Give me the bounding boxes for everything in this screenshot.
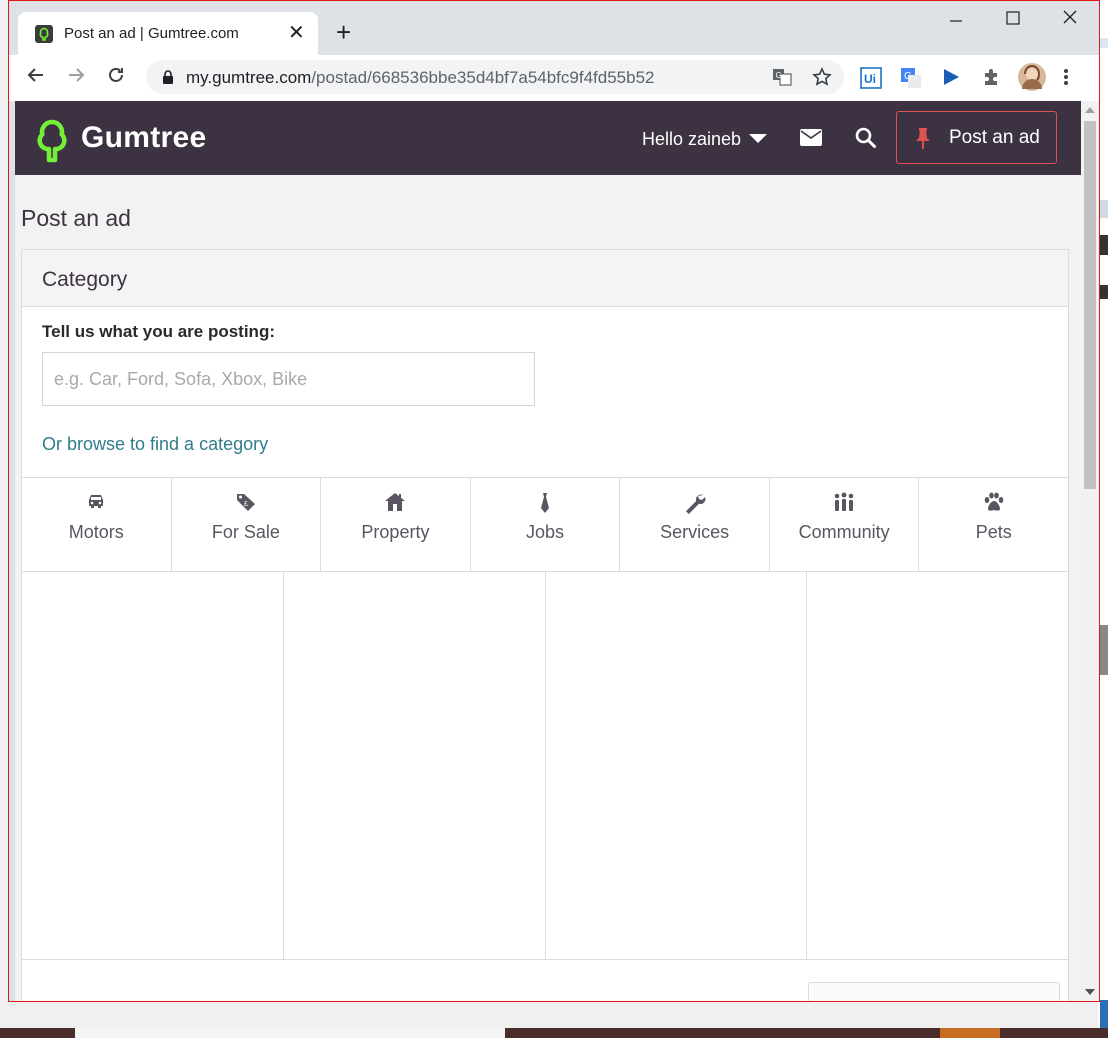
post-ad-button[interactable]: Post an ad: [896, 111, 1057, 164]
pin-icon: [915, 128, 931, 155]
price-tag-icon: £: [235, 492, 257, 517]
browse-category-link[interactable]: Or browse to find a category: [42, 434, 268, 455]
user-greeting[interactable]: Hello zaineb: [642, 129, 741, 150]
scroll-down-icon[interactable]: [1085, 989, 1095, 995]
logo-text[interactable]: Gumtree: [81, 121, 206, 155]
category-pets[interactable]: Pets: [919, 478, 1068, 571]
subcategory-column-4: [807, 571, 1068, 959]
posting-prompt-label: Tell us what you are posting:: [42, 322, 275, 341]
category-jobs[interactable]: Jobs: [471, 478, 621, 571]
tab-close-icon[interactable]: ✕: [288, 21, 305, 45]
subcategory-column-2: [284, 571, 546, 959]
gumtree-logo-icon[interactable]: [33, 119, 71, 168]
car-icon: [86, 492, 106, 515]
category-search-input[interactable]: [42, 352, 535, 406]
subcategory-column-3: [546, 571, 808, 959]
tab-strip: Post an ad | Gumtree.com ✕ +: [9, 1, 1099, 55]
scroll-thumb[interactable]: [1084, 121, 1096, 489]
search-icon[interactable]: [855, 127, 876, 153]
site-header: Gumtree Hello zaineb Post an ad: [15, 101, 1081, 175]
svg-text:£: £: [244, 501, 248, 508]
wrench-icon: [684, 492, 706, 519]
lock-icon: [162, 70, 174, 89]
forward-arrow-icon[interactable]: [63, 65, 89, 91]
browser-toolbar: my.gumtree.com/postad/668536bbe35d4bf7a5…: [9, 55, 1099, 101]
tie-icon: [540, 492, 550, 519]
house-icon: [384, 492, 406, 517]
tab-title: Post an ad | Gumtree.com: [64, 25, 239, 42]
url-text: my.gumtree.com/postad/668536bbe35d4bf7a5…: [186, 68, 655, 87]
chrome-menu-icon[interactable]: [1063, 67, 1069, 92]
category-label: Property: [361, 522, 430, 542]
scroll-up-icon[interactable]: [1085, 107, 1095, 113]
uipath-extension-icon[interactable]: Ui: [860, 67, 882, 94]
category-label: Community: [798, 522, 890, 542]
category-label: Jobs: [526, 522, 565, 542]
caret-down-icon[interactable]: [749, 134, 767, 143]
bookmark-star-icon[interactable]: [812, 67, 832, 92]
category-community[interactable]: Community: [770, 478, 920, 571]
card-header: Category: [22, 250, 1068, 307]
active-tab[interactable]: Post an ad | Gumtree.com ✕: [18, 12, 318, 55]
mail-icon[interactable]: [800, 129, 822, 151]
paw-icon: [983, 492, 1005, 517]
svg-text:G: G: [904, 71, 912, 82]
subcategory-column-1: [22, 571, 284, 959]
subcategory-columns: [22, 571, 1068, 960]
profile-avatar[interactable]: [1018, 63, 1046, 96]
svg-text:G: G: [776, 71, 782, 80]
post-ad-label: Post an ad: [949, 127, 1040, 148]
desktop-taskbar: [0, 1028, 1108, 1038]
category-card: Category Tell us what you are posting: O…: [21, 249, 1069, 1001]
category-tabs: Motors £ For Sale Property Jobs Services…: [22, 477, 1068, 572]
people-icon: [833, 492, 855, 517]
category-motors[interactable]: Motors: [22, 478, 172, 571]
extensions-puzzle-icon[interactable]: [982, 67, 1002, 92]
page-scrollbar[interactable]: [1081, 101, 1099, 1001]
page-title: Post an ad: [21, 205, 131, 231]
address-bar[interactable]: my.gumtree.com/postad/668536bbe35d4bf7a5…: [146, 60, 844, 94]
play-extension-icon[interactable]: [941, 67, 961, 92]
category-for-sale[interactable]: £ For Sale: [172, 478, 322, 571]
gumtree-favicon-icon: [35, 25, 53, 43]
continue-button[interactable]: Continue: [808, 982, 1060, 1001]
new-tab-icon[interactable]: +: [336, 19, 351, 45]
category-label: Services: [660, 522, 730, 542]
back-arrow-icon[interactable]: [23, 65, 49, 91]
translate-icon[interactable]: G: [772, 67, 792, 92]
card-title: Category: [42, 268, 128, 291]
minimize-icon[interactable]: [933, 9, 979, 33]
close-window-icon[interactable]: [1047, 9, 1093, 33]
browser-window: Post an ad | Gumtree.com ✕ + my.gumtree.…: [8, 0, 1100, 1002]
google-translate-extension-icon[interactable]: G: [900, 67, 922, 94]
category-property[interactable]: Property: [321, 478, 471, 571]
page-viewport: Gumtree Hello zaineb Post an ad Post an …: [15, 101, 1081, 1001]
category-services[interactable]: Services: [620, 478, 770, 571]
svg-text:Ui: Ui: [864, 72, 876, 86]
reload-icon[interactable]: [103, 65, 129, 91]
category-label: For Sale: [211, 522, 280, 542]
maximize-icon[interactable]: [990, 9, 1036, 33]
category-label: Pets: [975, 522, 1012, 542]
category-label: Motors: [68, 522, 124, 542]
